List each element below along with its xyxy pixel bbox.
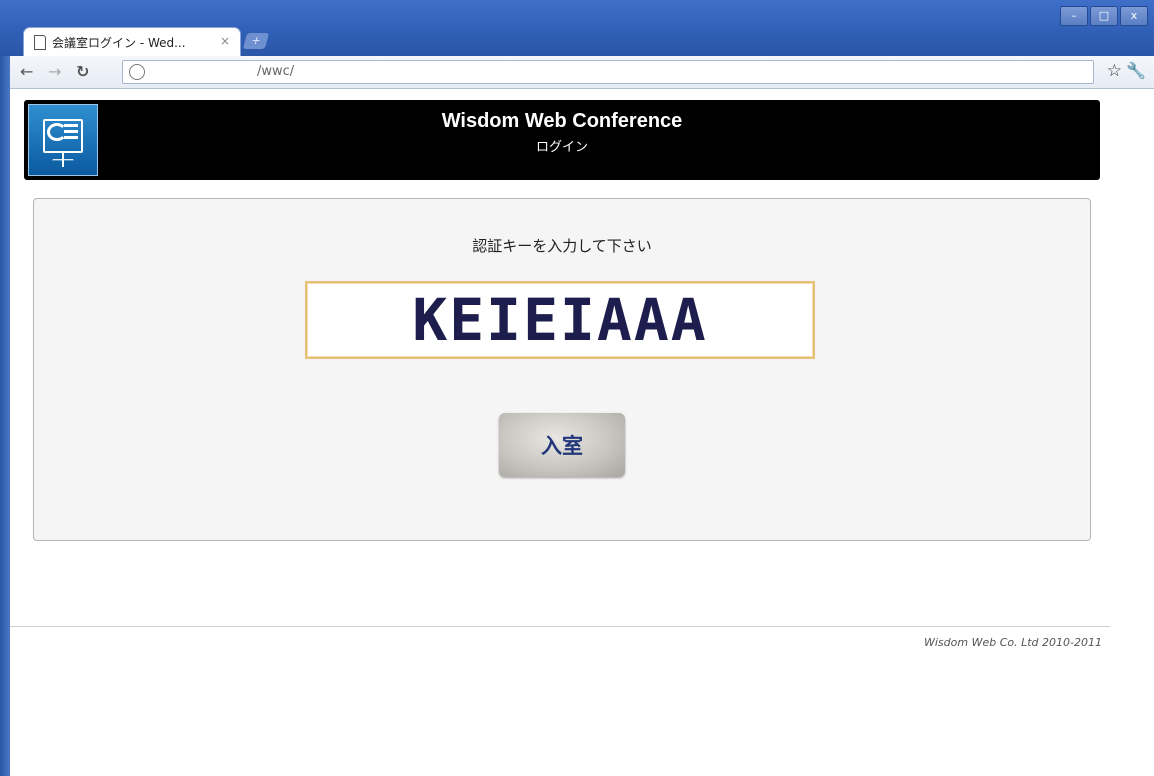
key-prompt-label: 認証キーを入力して下さい [472, 237, 652, 255]
bookmark-star-icon[interactable]: ☆ [1107, 61, 1122, 81]
address-bar[interactable]: /wwc/ [122, 60, 1094, 84]
plus-icon: + [249, 34, 263, 47]
auth-key-input[interactable] [305, 281, 815, 359]
browser-titlebar: 会議室ログイン - Wed... × + – □ x [0, 0, 1154, 56]
app-header: Wisdom Web Conference ログイン [24, 100, 1100, 180]
minimize-button[interactable]: – [1060, 6, 1088, 26]
back-arrow-icon[interactable]: ← [20, 62, 33, 81]
footer-divider [10, 626, 1110, 627]
close-window-button[interactable]: x [1120, 6, 1148, 26]
maximize-button[interactable]: □ [1090, 6, 1118, 26]
window-border [0, 56, 10, 776]
footer-copyright: Wisdom Web Co. Ltd 2010-2011 [924, 636, 1102, 649]
page-icon [34, 35, 46, 50]
forward-arrow-icon[interactable]: → [48, 62, 61, 81]
tab-close-icon[interactable]: × [220, 34, 230, 48]
wrench-icon[interactable]: 🔧 [1126, 61, 1146, 80]
browser-toolbar: ← → ↻ /wwc/ ☆ 🔧 [10, 56, 1154, 89]
reload-icon[interactable]: ↻ [76, 62, 89, 81]
new-tab-button[interactable]: + [242, 33, 270, 49]
app-title: Wisdom Web Conference [441, 110, 683, 132]
globe-icon [129, 64, 145, 80]
window-controls: – □ x [1060, 6, 1148, 26]
enter-room-button[interactable]: 入室 [499, 413, 625, 477]
browser-tab[interactable]: 会議室ログイン - Wed... × [24, 28, 240, 56]
login-panel: 認証キーを入力して下さい 入室 [33, 198, 1091, 541]
page-subtitle: ログイン [535, 140, 588, 155]
url-text: /wwc/ [257, 64, 295, 79]
tab-title: 会議室ログイン - Wed... [52, 36, 186, 50]
